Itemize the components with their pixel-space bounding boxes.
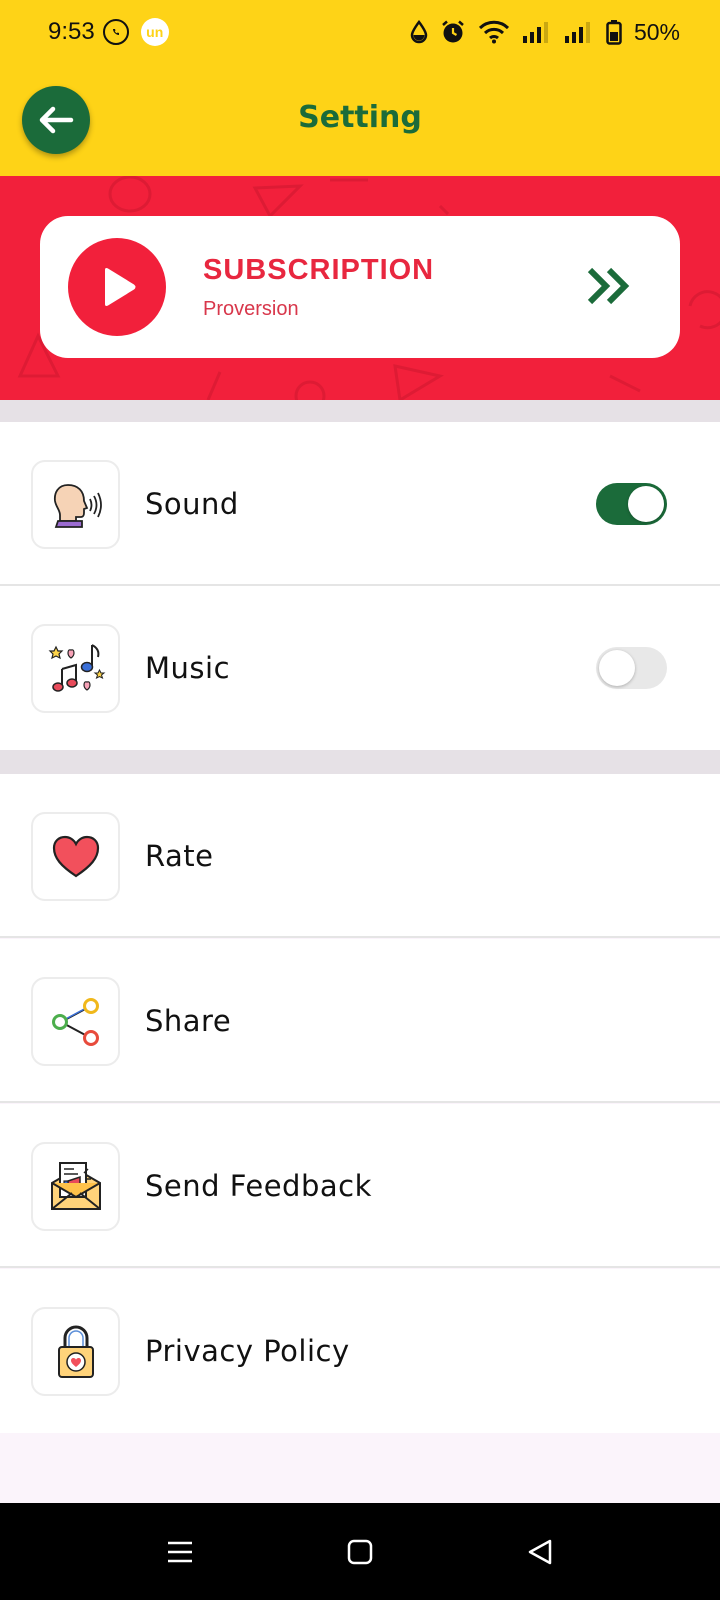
subscription-card[interactable]: SUBSCRIPTION Proversion [40,216,680,358]
subscription-title: SUBSCRIPTION [203,254,435,286]
heart-icon [31,812,120,901]
section-divider [0,400,720,422]
home-button[interactable] [300,1503,420,1600]
back-nav-button[interactable] [480,1503,600,1600]
status-right: 50% [410,19,680,46]
sound-label: Sound [145,487,239,521]
action-row-rate[interactable]: Rate [0,774,720,938]
subscription-banner: SUBSCRIPTION Proversion [0,176,720,400]
status-left: 9:53 un [48,18,169,46]
play-icon [68,238,166,336]
setting-row-sound[interactable]: Sound [0,422,720,586]
menu-icon [168,1541,192,1562]
padlock-icon [31,1307,120,1396]
status-bar: 9:53 un 50% [0,0,720,64]
share-label: Share [145,1004,232,1038]
speaking-head-icon [31,460,120,549]
data-saver-icon [410,20,428,44]
send-feedback-label: Send Feedback [145,1169,372,1203]
music-label: Music [145,651,231,685]
page-title: Setting [298,100,422,135]
action-row-privacy-policy[interactable]: Privacy Policy [0,1269,720,1433]
music-notes-icon [31,624,120,713]
alarm-icon [442,20,464,43]
back-icon [528,1539,552,1564]
toggle-knob [599,650,635,686]
status-time: 9:53 [48,18,95,45]
privacy-policy-label: Privacy Policy [145,1334,350,1368]
toggle-knob [628,486,664,522]
un-icon: un [140,18,169,46]
rate-label: Rate [145,839,214,873]
action-row-share[interactable]: Share [0,939,720,1103]
menu-button[interactable] [120,1503,240,1600]
music-toggle[interactable] [596,647,667,689]
home-icon [347,1539,373,1564]
feedback-envelope-icon [31,1142,120,1231]
signal-icon [522,22,548,43]
subscription-subtitle: Proversion [203,298,299,320]
wifi-icon [478,20,510,44]
share-icon [31,977,120,1066]
setting-row-music[interactable]: Music [0,586,720,750]
signal-icon [564,22,590,43]
battery-icon [606,20,622,45]
whatsapp-icon [102,19,129,45]
system-nav-bar [0,1503,720,1600]
sound-toggle[interactable] [596,483,667,525]
double-chevron-right-icon [587,267,630,305]
battery-percent: 50% [633,18,680,45]
app-bar: Setting [0,64,720,176]
section-divider [0,750,720,774]
action-row-send-feedback[interactable]: Send Feedback [0,1104,720,1268]
